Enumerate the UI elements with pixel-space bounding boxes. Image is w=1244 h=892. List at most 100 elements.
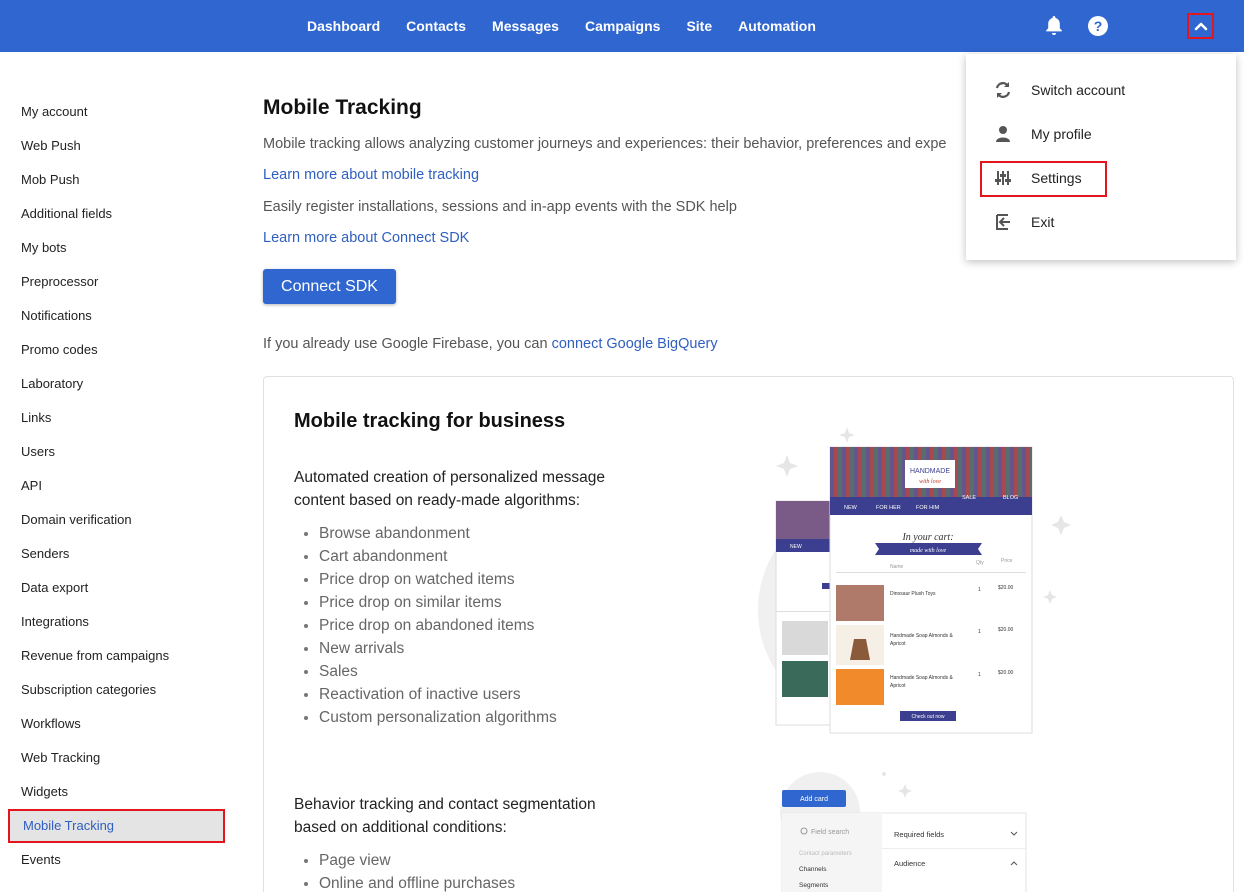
menu-settings[interactable]: Settings (966, 159, 1236, 197)
sidebar-item-my-bots[interactable]: My bots (0, 231, 240, 265)
list-item: Online and offline purchases (294, 872, 515, 892)
sidebar-item-subscription-categories[interactable]: Subscription categories (0, 673, 240, 707)
settings-sidebar: My account Web Push Mob Push Additional fie… (0, 95, 240, 877)
account-dropdown: Switch account My profile Settings Exit (966, 54, 1236, 260)
menu-exit[interactable]: Exit (966, 203, 1236, 241)
connect-bigquery-link[interactable]: connect Google BigQuery (552, 336, 718, 352)
menu-switch-account[interactable]: Switch account (966, 71, 1236, 109)
nav-site[interactable]: Site (673, 0, 725, 52)
svg-text:with love: with love (919, 479, 941, 485)
svg-text:Audience: Audience (894, 859, 925, 868)
person-icon (992, 123, 1014, 145)
nav-contacts[interactable]: Contacts (393, 0, 479, 52)
sidebar-item-preprocessor[interactable]: Preprocessor (0, 265, 240, 299)
top-navbar: Dashboard Contacts Messages Campaigns Si… (0, 0, 1244, 52)
nav-campaigns[interactable]: Campaigns (572, 0, 673, 52)
connect-sdk-button[interactable]: Connect SDK (263, 269, 396, 304)
sidebar-item-api[interactable]: API (0, 469, 240, 503)
sidebar-item-laboratory[interactable]: Laboratory (0, 367, 240, 401)
sliders-icon (992, 167, 1014, 189)
list-item: Page view (294, 849, 515, 872)
menu-label: My profile (1031, 126, 1092, 142)
svg-text:Apricot: Apricot (890, 683, 906, 689)
list-item: Price drop on watched items (294, 568, 557, 591)
list-item: Reactivation of inactive users (294, 683, 557, 706)
sidebar-item-domain-verification[interactable]: Domain verification (0, 503, 240, 537)
svg-text:Handmade Soap Almonds &: Handmade Soap Almonds & (890, 633, 953, 639)
sidebar-item-mobile-tracking[interactable]: Mobile Tracking (8, 809, 225, 843)
sidebar-item-data-export[interactable]: Data export (0, 571, 240, 605)
algorithm-list: Browse abandonment Cart abandonment Price … (294, 522, 557, 729)
svg-text:In your cart:: In your cart: (901, 532, 953, 543)
menu-my-profile[interactable]: My profile (966, 115, 1236, 153)
list-item: Sales (294, 660, 557, 683)
svg-text:Required fields: Required fields (894, 830, 944, 839)
card-paragraph-1: Automated creation of personalized messa… (294, 469, 606, 509)
menu-label: Switch account (1031, 82, 1126, 98)
menu-label: Exit (1031, 214, 1055, 230)
card-title: Mobile tracking for business (294, 410, 566, 432)
list-item: Price drop on similar items (294, 591, 557, 614)
svg-text:Handmade Soap Almonds &: Handmade Soap Almonds & (890, 675, 953, 681)
sidebar-item-events[interactable]: Events (0, 843, 240, 877)
main-nav: Dashboard Contacts Messages Campaigns Si… (294, 0, 829, 52)
sidebar-item-additional-fields[interactable]: Additional fields (0, 197, 240, 231)
svg-text:Segments: Segments (799, 882, 829, 889)
nav-automation[interactable]: Automation (725, 0, 829, 52)
menu-label: Settings (1031, 170, 1082, 186)
svg-text:Check out now: Check out now (911, 714, 944, 720)
list-item: Browse abandonment (294, 522, 557, 545)
svg-text:Name: Name (890, 564, 904, 570)
svg-text:NEW: NEW (844, 505, 858, 511)
svg-text:Price: Price (1001, 558, 1013, 564)
svg-text:FOR HIM: FOR HIM (916, 505, 940, 511)
svg-text:Field search: Field search (811, 829, 849, 836)
refresh-icon (992, 79, 1014, 101)
sidebar-item-promo-codes[interactable]: Promo codes (0, 333, 240, 367)
cart-email-illustration: NEW HANDMADE with love NEW FOR HER FOR H… (750, 425, 1080, 745)
svg-text:1: 1 (978, 587, 981, 593)
sidebar-item-web-tracking[interactable]: Web Tracking (0, 741, 240, 775)
nav-messages[interactable]: Messages (479, 0, 572, 52)
svg-text:Contact parameters: Contact parameters (799, 851, 852, 857)
svg-text:?: ? (1094, 18, 1103, 34)
svg-text:$20.00: $20.00 (998, 670, 1014, 676)
list-item: Price drop on abandoned items (294, 614, 557, 637)
firebase-label: If you already use Google Firebase, you … (263, 336, 552, 352)
exit-icon (992, 211, 1014, 233)
brand-text: HANDMADE (910, 468, 950, 475)
sidebar-item-my-account[interactable]: My account (0, 95, 240, 129)
svg-text:1: 1 (978, 672, 981, 678)
sidebar-item-integrations[interactable]: Integrations (0, 605, 240, 639)
sidebar-item-links[interactable]: Links (0, 401, 240, 435)
svg-text:Dinosaur Plush Toys: Dinosaur Plush Toys (890, 591, 936, 597)
svg-text:SALE: SALE (962, 495, 976, 501)
card-paragraph-2: Behavior tracking and contact segmentati… (294, 796, 596, 836)
svg-text:Add card: Add card (800, 796, 828, 803)
svg-text:made with love: made with love (910, 548, 947, 554)
sidebar-item-workflows[interactable]: Workflows (0, 707, 240, 741)
chevron-up-icon[interactable] (1187, 13, 1214, 39)
help-icon[interactable]: ? (1086, 14, 1110, 38)
svg-text:NEW: NEW (790, 544, 802, 550)
sidebar-item-mob-push[interactable]: Mob Push (0, 163, 240, 197)
sidebar-item-web-push[interactable]: Web Push (0, 129, 240, 163)
sidebar-item-senders[interactable]: Senders (0, 537, 240, 571)
sidebar-item-widgets[interactable]: Widgets (0, 775, 240, 809)
svg-text:Qty: Qty (976, 560, 984, 566)
segmentation-illustration: Add card Field search Contact parameters… (760, 770, 1040, 892)
sidebar-item-users[interactable]: Users (0, 435, 240, 469)
list-item: New arrivals (294, 637, 557, 660)
svg-text:BLOG: BLOG (1003, 495, 1018, 501)
sidebar-item-revenue-from-campaigns[interactable]: Revenue from campaigns (0, 639, 240, 673)
sidebar-item-notifications[interactable]: Notifications (0, 299, 240, 333)
svg-text:FOR HER: FOR HER (876, 505, 901, 511)
nav-dashboard[interactable]: Dashboard (294, 0, 393, 52)
svg-text:Apricot: Apricot (890, 641, 906, 647)
tracking-list: Page view Online and offline purchases (294, 849, 515, 892)
svg-text:1: 1 (978, 629, 981, 635)
feature-card: Mobile tracking for business Automated c… (263, 376, 1234, 892)
bell-icon[interactable] (1042, 14, 1066, 38)
list-item: Cart abandonment (294, 545, 557, 568)
svg-text:Channels: Channels (799, 866, 827, 873)
